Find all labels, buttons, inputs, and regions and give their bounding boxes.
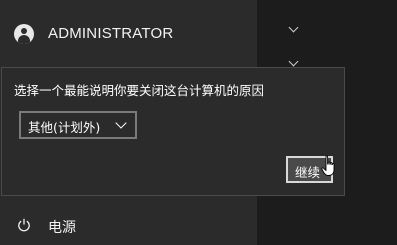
power-button[interactable]: 电源 bbox=[0, 208, 257, 245]
user-account-row[interactable]: ADMINISTRATOR bbox=[0, 14, 257, 54]
start-menu-screen: ADMINISTRATOR 电源 选择一个最能说明你要关闭这台计算机的原因 其他… bbox=[0, 0, 397, 245]
power-label: 电源 bbox=[48, 220, 76, 236]
shutdown-reason-dropdown[interactable]: 其他(计划外) bbox=[19, 111, 137, 139]
power-icon bbox=[18, 218, 30, 232]
chevron-down-icon bbox=[115, 117, 127, 129]
user-avatar-icon bbox=[14, 24, 34, 44]
user-name: ADMINISTRATOR bbox=[48, 25, 174, 42]
shutdown-reason-value: 其他(计划外) bbox=[28, 120, 101, 135]
continue-button-label: 继续 bbox=[295, 165, 321, 180]
hand-pointer-icon bbox=[321, 155, 335, 176]
shutdown-reason-dialog: 选择一个最能说明你要关闭这台计算机的原因 其他(计划外) 继续 bbox=[1, 67, 345, 196]
shutdown-reason-prompt: 选择一个最能说明你要关闭这台计算机的原因 bbox=[14, 83, 265, 98]
